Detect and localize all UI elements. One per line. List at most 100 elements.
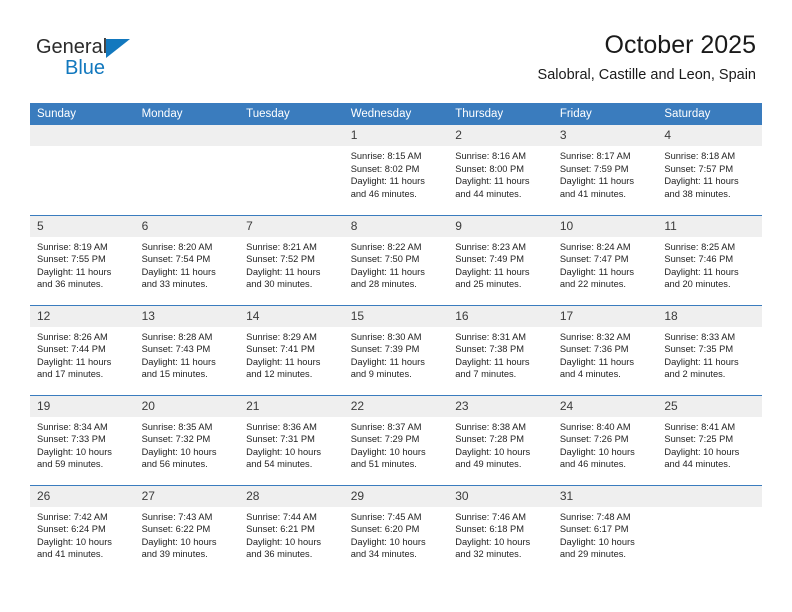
day-number: 8 — [343, 215, 449, 237]
page-title: October 2025 — [604, 31, 757, 59]
calendar-day-cell[interactable]: 26 Sunrise: 7:42 AM Sunset: 6:24 PM Dayligh… — [30, 484, 135, 575]
daylight-text-line2: and 32 minutes. — [455, 549, 522, 560]
sunset-text: Sunset: 6:24 PM — [37, 524, 106, 535]
day-number: 10 — [552, 215, 658, 237]
day-number: 20 — [134, 395, 240, 417]
calendar-day-cell-empty — [30, 125, 135, 215]
sunset-text: Sunset: 7:43 PM — [141, 344, 211, 355]
daylight-text-line1: Daylight: 11 hours — [37, 266, 112, 277]
sunrise-text: Sunrise: 8:40 AM — [559, 421, 631, 432]
daylight-text-line2: and 59 minutes. — [37, 459, 104, 470]
sunset-text: Sunset: 7:38 PM — [455, 344, 524, 355]
sunrise-text: Sunrise: 7:48 AM — [559, 511, 631, 522]
sunrise-text: Sunrise: 8:35 AM — [141, 421, 213, 432]
calendar-day-cell[interactable]: 27 Sunrise: 7:43 AM Sunset: 6:22 PM Dayligh… — [134, 484, 240, 575]
day-number: 1 — [343, 125, 449, 146]
calendar-day-cell[interactable]: 22 Sunrise: 8:37 AM Sunset: 7:29 PM Dayligh… — [343, 394, 449, 485]
calendar-day-cell[interactable]: 3 Sunrise: 8:17 AM Sunset: 7:59 PM Daylight… — [552, 125, 658, 215]
sunrise-text: Sunrise: 8:36 AM — [246, 421, 317, 432]
daylight-text-line2: and 51 minutes. — [350, 459, 417, 470]
day-details: Sunrise: 7:48 AM Sunset: 6:17 PM Daylight:… — [553, 507, 658, 561]
calendar-day-cell[interactable]: 31 Sunrise: 7:48 AM Sunset: 6:17 PM Dayligh… — [552, 484, 658, 575]
daylight-text-line1: Daylight: 10 hours — [455, 446, 531, 457]
day-details: Sunrise: 8:36 AM Sunset: 7:31 PM Daylight:… — [239, 417, 344, 471]
sunrise-text: Sunrise: 8:32 AM — [559, 331, 631, 342]
calendar-day-cell[interactable]: 13 Sunrise: 8:28 AM Sunset: 7:43 PM Dayligh… — [134, 304, 240, 395]
calendar-day-cell[interactable]: 2 Sunrise: 8:16 AM Sunset: 8:00 PM Daylight… — [448, 125, 553, 215]
sunset-text: Sunset: 8:00 PM — [455, 163, 524, 174]
day-number: 26 — [30, 485, 135, 507]
calendar-day-cell[interactable]: 23 Sunrise: 8:38 AM Sunset: 7:28 PM Dayligh… — [448, 394, 553, 485]
sunrise-text: Sunrise: 7:45 AM — [350, 511, 422, 522]
sunset-text: Sunset: 7:25 PM — [664, 434, 734, 445]
daylight-text-line2: and 41 minutes. — [37, 549, 104, 560]
daylight-text-line2: and 28 minutes. — [350, 279, 417, 290]
calendar-day-cell[interactable]: 9 Sunrise: 8:23 AM Sunset: 7:49 PM Daylight… — [448, 214, 553, 305]
calendar-day-cell[interactable]: 12 Sunrise: 8:26 AM Sunset: 7:44 PM Dayligh… — [30, 304, 135, 395]
weekday-header-monday: Monday — [134, 103, 240, 125]
calendar-day-cell[interactable]: 1 Sunrise: 8:15 AM Sunset: 8:02 PM Daylight… — [343, 125, 449, 215]
sunset-text: Sunset: 7:32 PM — [141, 434, 211, 445]
day-details: Sunrise: 8:31 AM Sunset: 7:38 PM Daylight:… — [448, 327, 553, 381]
day-details: Sunrise: 8:17 AM Sunset: 7:59 PM Daylight:… — [553, 146, 658, 200]
day-details: Sunrise: 8:22 AM Sunset: 7:50 PM Daylight:… — [344, 237, 449, 291]
day-number: 21 — [239, 395, 344, 417]
calendar-day-cell[interactable]: 19 Sunrise: 8:34 AM Sunset: 7:33 PM Dayligh… — [30, 394, 135, 485]
day-details: Sunrise: 8:37 AM Sunset: 7:29 PM Daylight:… — [344, 417, 449, 471]
calendar-day-cell[interactable]: 11 Sunrise: 8:25 AM Sunset: 7:46 PM Dayligh… — [657, 214, 762, 305]
calendar-day-cell[interactable]: 17 Sunrise: 8:32 AM Sunset: 7:36 PM Dayligh… — [552, 304, 658, 395]
sunset-text: Sunset: 7:28 PM — [455, 434, 524, 445]
day-number — [30, 125, 135, 146]
daylight-text-line1: Daylight: 10 hours — [559, 536, 635, 547]
day-number: 4 — [657, 125, 762, 146]
daylight-text-line2: and 54 minutes. — [246, 459, 313, 470]
calendar-week-row: 5 Sunrise: 8:19 AM Sunset: 7:55 PM Daylight… — [30, 214, 762, 305]
weekday-header-saturday: Saturday — [657, 103, 762, 125]
calendar-day-cell[interactable]: 24 Sunrise: 8:40 AM Sunset: 7:26 PM Dayligh… — [552, 394, 658, 485]
daylight-text-line1: Daylight: 11 hours — [559, 176, 635, 187]
sunrise-text: Sunrise: 8:17 AM — [559, 151, 631, 161]
daylight-text-line1: Daylight: 11 hours — [37, 356, 112, 367]
daylight-text-line2: and 44 minutes. — [455, 188, 522, 199]
general-blue-logo: General Blue — [36, 36, 156, 84]
daylight-text-line1: Daylight: 10 hours — [664, 446, 740, 457]
calendar-day-cell[interactable]: 25 Sunrise: 8:41 AM Sunset: 7:25 PM Dayligh… — [657, 394, 762, 485]
logo-triangle-icon — [106, 39, 130, 58]
calendar-day-cell-empty — [239, 125, 344, 215]
weekday-header-tuesday: Tuesday — [239, 103, 344, 125]
calendar-day-cell[interactable]: 5 Sunrise: 8:19 AM Sunset: 7:55 PM Daylight… — [30, 214, 135, 305]
daylight-text-line2: and 44 minutes. — [664, 459, 731, 470]
calendar-day-cell[interactable]: 21 Sunrise: 8:36 AM Sunset: 7:31 PM Dayligh… — [239, 394, 344, 485]
calendar-day-cell[interactable]: 7 Sunrise: 8:21 AM Sunset: 7:52 PM Daylight… — [239, 214, 344, 305]
daylight-text-line2: and 22 minutes. — [559, 279, 626, 290]
calendar-header-row: Sunday Monday Tuesday Wednesday Thursday… — [30, 103, 762, 125]
daylight-text-line2: and 15 minutes. — [141, 369, 208, 380]
calendar-day-cell[interactable]: 10 Sunrise: 8:24 AM Sunset: 7:47 PM Dayligh… — [552, 214, 658, 305]
daylight-text-line1: Daylight: 10 hours — [559, 446, 635, 457]
day-details: Sunrise: 8:20 AM Sunset: 7:54 PM Daylight:… — [135, 237, 240, 291]
calendar-week-row: 26 Sunrise: 7:42 AM Sunset: 6:24 PM Dayligh… — [30, 484, 762, 575]
daylight-text-line2: and 39 minutes. — [141, 549, 208, 560]
sunrise-text: Sunrise: 8:23 AM — [455, 241, 527, 252]
calendar-day-cell[interactable]: 16 Sunrise: 8:31 AM Sunset: 7:38 PM Dayligh… — [448, 304, 553, 395]
calendar-day-cell[interactable]: 8 Sunrise: 8:22 AM Sunset: 7:50 PM Daylight… — [343, 214, 449, 305]
daylight-text-line2: and 46 minutes. — [350, 188, 417, 199]
daylight-text-line1: Daylight: 11 hours — [559, 356, 635, 367]
calendar-day-cell[interactable]: 4 Sunrise: 8:18 AM Sunset: 7:57 PM Daylight… — [657, 125, 762, 215]
calendar-day-cell[interactable]: 14 Sunrise: 8:29 AM Sunset: 7:41 PM Dayligh… — [239, 304, 344, 395]
calendar-day-cell[interactable]: 18 Sunrise: 8:33 AM Sunset: 7:35 PM Dayligh… — [657, 304, 762, 395]
sunset-text: Sunset: 7:29 PM — [350, 434, 420, 445]
sunrise-text: Sunrise: 8:26 AM — [37, 331, 108, 342]
sunset-text: Sunset: 7:35 PM — [664, 344, 734, 355]
calendar-day-cell[interactable]: 28 Sunrise: 7:44 AM Sunset: 6:21 PM Dayligh… — [239, 484, 344, 575]
calendar-day-cell[interactable]: 6 Sunrise: 8:20 AM Sunset: 7:54 PM Daylight… — [134, 214, 240, 305]
sunset-text: Sunset: 6:18 PM — [455, 524, 524, 535]
day-number: 11 — [657, 215, 762, 237]
sunrise-text: Sunrise: 8:41 AM — [664, 421, 736, 432]
calendar-day-cell[interactable]: 15 Sunrise: 8:30 AM Sunset: 7:39 PM Dayligh… — [343, 304, 449, 395]
calendar-day-cell[interactable]: 20 Sunrise: 8:35 AM Sunset: 7:32 PM Dayligh… — [134, 394, 240, 485]
sunset-text: Sunset: 7:54 PM — [141, 254, 211, 265]
calendar-day-cell[interactable]: 30 Sunrise: 7:46 AM Sunset: 6:18 PM Dayligh… — [448, 484, 553, 575]
calendar-day-cell[interactable]: 29 Sunrise: 7:45 AM Sunset: 6:20 PM Dayligh… — [343, 484, 449, 575]
sunset-text: Sunset: 6:21 PM — [246, 524, 315, 535]
